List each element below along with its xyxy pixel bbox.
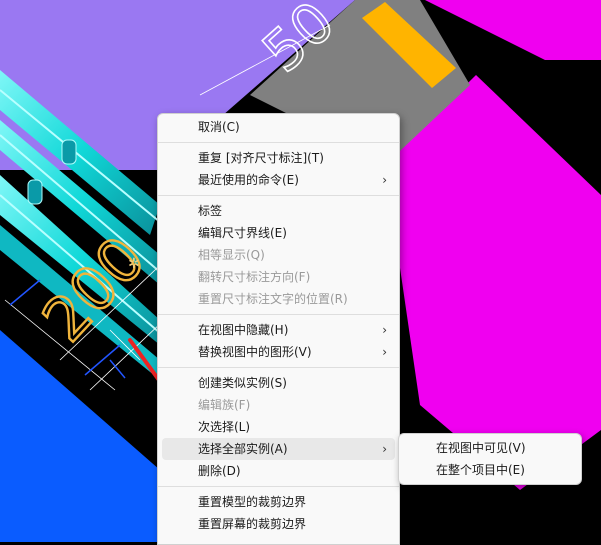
chevron-right-icon: ›: [382, 323, 387, 337]
submenu-item[interactable]: 在视图中可见(V): [403, 437, 577, 459]
chevron-right-icon: ›: [382, 442, 387, 456]
menu-item-label: 在视图中隐藏(H): [198, 323, 289, 337]
menu-item[interactable]: 编辑尺寸界线(E): [162, 222, 395, 244]
menu-item[interactable]: 删除(D): [162, 460, 395, 482]
menu-item-label: 编辑族(F): [198, 398, 251, 412]
menu-item-label: 重置模型的裁剪边界: [198, 495, 307, 509]
chevron-right-icon: ›: [382, 345, 387, 359]
dimension-text-handle[interactable]: ✲: [128, 256, 140, 272]
submenu-item-label: 在视图中可见(V): [436, 441, 526, 455]
menu-item[interactable]: 重复 [对齐尺寸标注](T): [162, 147, 395, 169]
menu-item-label: 翻转尺寸标注方向(F): [198, 270, 311, 284]
menu-item[interactable]: 编辑族(F): [162, 394, 395, 416]
menu-item[interactable]: 创建类似实例(S): [162, 372, 395, 394]
menu-item[interactable]: 最近使用的命令(E) ›: [162, 169, 395, 191]
menu-item-label: 删除(D): [198, 464, 241, 478]
menu-separator: [158, 142, 399, 143]
menu-item-label: 标签: [198, 204, 223, 218]
menu-item[interactable]: 取消(C): [162, 116, 395, 138]
menu-separator: [158, 314, 399, 315]
menu-item-label: 替换视图中的图形(V): [198, 345, 312, 359]
menu-item-label: 重复 [对齐尺寸标注](T): [198, 151, 324, 165]
submenu-item-label: 在整个项目中(E): [436, 463, 525, 477]
menu-separator: [158, 195, 399, 196]
menu-item-label: 次选择(L): [198, 420, 251, 434]
menu-item[interactable]: 相等显示(Q): [162, 244, 395, 266]
menu-separator: [158, 367, 399, 368]
submenu-item[interactable]: 在整个项目中(E): [403, 459, 577, 481]
menu-item-label: 相等显示(Q): [198, 248, 265, 262]
menu-item[interactable]: 重置模型的裁剪边界: [162, 491, 395, 513]
menu-separator: [158, 486, 399, 487]
menu-item[interactable]: 次选择(L): [162, 416, 395, 438]
context-menu: 取消(C) 重复 [对齐尺寸标注](T) 最近使用的命令(E) › 标签编辑尺寸界线(E…: [157, 113, 400, 545]
menu-item[interactable]: 在视图中隐藏(H) ›: [162, 319, 395, 341]
menu-item-label: 取消(C): [198, 120, 240, 134]
menu-item[interactable]: 重置屏幕的裁剪边界: [162, 513, 395, 535]
menu-item-label: 编辑尺寸界线(E): [198, 226, 287, 240]
magenta-band-top: [425, 0, 601, 60]
menu-item[interactable]: 选择全部实例(A) ›: [162, 438, 395, 460]
menu-item[interactable]: 翻转尺寸标注方向(F): [162, 266, 395, 288]
select-all-instances-submenu: 在视图中可见(V) 在整个项目中(E): [398, 433, 582, 485]
chevron-right-icon: ›: [382, 173, 387, 187]
menu-item-label: 重置屏幕的裁剪边界: [198, 517, 307, 531]
menu-item-label: 重置尺寸标注文字的位置(R): [198, 292, 348, 306]
menu-item-label: 创建类似实例(S): [198, 376, 287, 390]
menu-item[interactable]: 替换视图中的图形(V) ›: [162, 341, 395, 363]
magenta-slab[interactable]: [385, 75, 601, 490]
menu-item-label: 选择全部实例(A): [198, 442, 288, 456]
menu-item-label: 最近使用的命令(E): [198, 173, 299, 187]
menu-item[interactable]: 重置尺寸标注文字的位置(R): [162, 288, 395, 310]
menu-item[interactable]: 标签: [162, 200, 395, 222]
